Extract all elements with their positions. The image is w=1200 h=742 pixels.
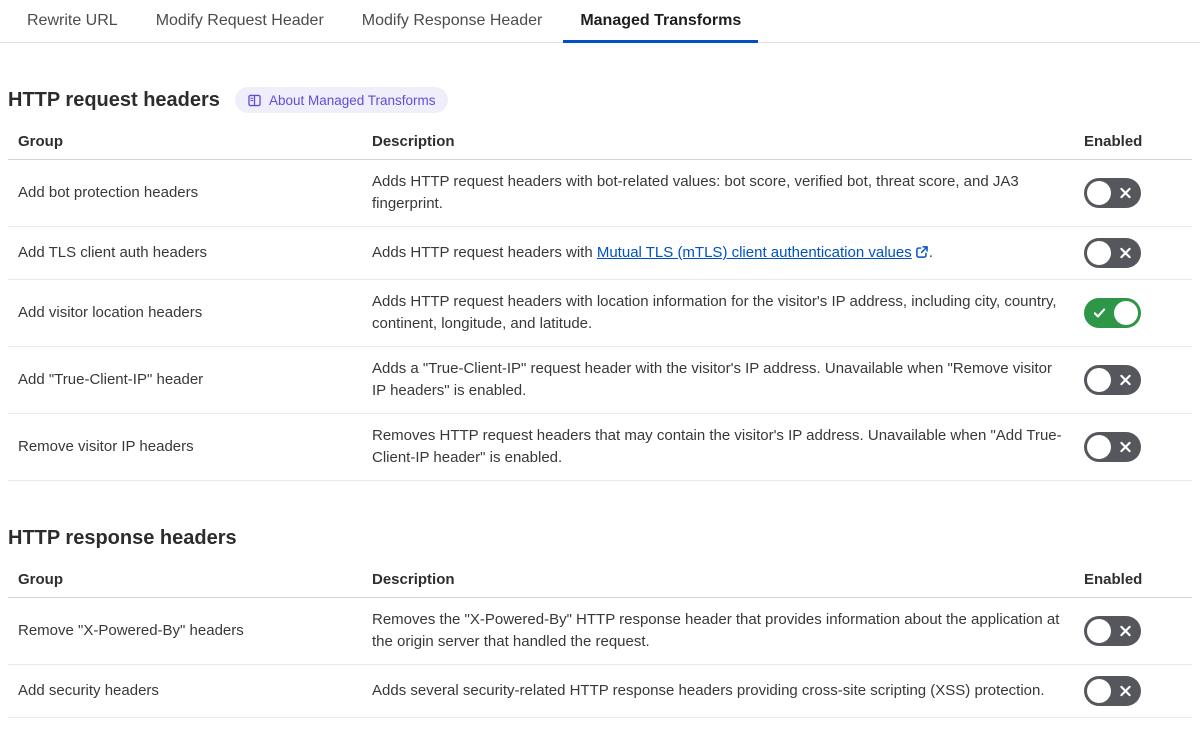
check-icon <box>1093 307 1106 320</box>
group-cell: Add security headers <box>8 664 372 718</box>
description-cell: Removes the "X-Powered-By" HTTP response… <box>372 597 1076 665</box>
x-icon <box>1119 187 1132 200</box>
x-icon <box>1119 441 1132 454</box>
tab-bar: Rewrite URL Modify Request Header Modify R… <box>0 0 1200 43</box>
book-icon <box>247 93 262 108</box>
toggle-remove-x-powered-by-headers[interactable] <box>1084 616 1141 646</box>
enabled-cell <box>1076 597 1192 665</box>
description-cell: Adds HTTP request headers with Mutual TL… <box>372 226 1076 280</box>
group-cell: Remove visitor IP headers <box>8 413 372 481</box>
enabled-cell <box>1076 664 1192 718</box>
toggle-add-tls-client-auth-headers[interactable] <box>1084 238 1141 268</box>
table-row: Remove visitor IP headers Removes HTTP re… <box>8 413 1192 481</box>
response-headers-title: HTTP response headers <box>8 527 237 549</box>
toggle-add-bot-protection-headers[interactable] <box>1084 178 1141 208</box>
description-cell: Adds several security-related HTTP respo… <box>372 664 1076 718</box>
toggle-add-security-headers[interactable] <box>1084 676 1141 706</box>
response-headers-section: HTTP response headers Group Description … <box>8 525 1192 718</box>
badge-label: About Managed Transforms <box>268 92 436 108</box>
toggle-remove-visitor-ip-headers[interactable] <box>1084 432 1141 462</box>
group-cell: Remove "X-Powered-By" headers <box>8 597 372 665</box>
external-link-icon <box>915 246 928 258</box>
column-header-description: Description <box>372 561 1076 598</box>
enabled-cell <box>1076 159 1192 227</box>
response-headers-table: Group Description Enabled Remove "X-Powe… <box>8 561 1192 718</box>
description-link[interactable]: Mutual TLS (mTLS) client authentication … <box>597 244 929 261</box>
toggle-knob <box>1087 368 1111 392</box>
column-header-group: Group <box>8 123 372 160</box>
request-headers-table: Group Description Enabled Add bot protec… <box>8 123 1192 481</box>
x-icon <box>1119 247 1132 260</box>
table-row: Add visitor location headers Adds HTTP re… <box>8 279 1192 347</box>
table-row: Add bot protection headers Adds HTTP requ… <box>8 159 1192 227</box>
x-icon <box>1119 625 1132 638</box>
managed-transforms-page: HTTP request headers About Managed Trans… <box>0 87 1200 718</box>
tab-managed-transforms[interactable]: Managed Transforms <box>563 0 759 43</box>
enabled-cell <box>1076 226 1192 280</box>
table-row: Add security headers Adds several securit… <box>8 664 1192 718</box>
toggle-knob <box>1087 619 1111 643</box>
column-header-enabled: Enabled <box>1076 561 1192 598</box>
tab-rewrite-url[interactable]: Rewrite URL <box>10 0 135 43</box>
toggle-knob <box>1087 435 1111 459</box>
column-header-group: Group <box>8 561 372 598</box>
description-cell: Adds HTTP request headers with location … <box>372 279 1076 347</box>
about-managed-transforms-badge[interactable]: About Managed Transforms <box>234 87 448 113</box>
description-cell: Adds HTTP request headers with bot-relat… <box>372 159 1076 227</box>
enabled-cell <box>1076 346 1192 414</box>
request-headers-title: HTTP request headers <box>8 89 220 111</box>
toggle-knob <box>1087 679 1111 703</box>
description-cell: Removes HTTP request headers that may co… <box>372 413 1076 481</box>
x-icon <box>1119 374 1132 387</box>
enabled-cell <box>1076 279 1192 347</box>
group-cell: Add visitor location headers <box>8 279 372 347</box>
x-icon <box>1119 685 1132 698</box>
table-row: Add TLS client auth headers Adds HTTP req… <box>8 226 1192 280</box>
tab-modify-response-header[interactable]: Modify Response Header <box>345 0 560 43</box>
group-cell: Add TLS client auth headers <box>8 226 372 280</box>
tab-modify-request-header[interactable]: Modify Request Header <box>139 0 341 43</box>
group-cell: Add "True-Client-IP" header <box>8 346 372 414</box>
column-header-description: Description <box>372 123 1076 160</box>
toggle-add-true-client-ip-header[interactable] <box>1084 365 1141 395</box>
toggle-add-visitor-location-headers[interactable] <box>1084 298 1141 328</box>
group-cell: Add bot protection headers <box>8 159 372 227</box>
toggle-knob <box>1087 241 1111 265</box>
enabled-cell <box>1076 413 1192 481</box>
toggle-knob <box>1087 181 1111 205</box>
description-cell: Adds a "True-Client-IP" request header w… <box>372 346 1076 414</box>
table-row: Add "True-Client-IP" header Adds a "True-… <box>8 346 1192 414</box>
column-header-enabled: Enabled <box>1076 123 1192 160</box>
table-row: Remove "X-Powered-By" headers Removes the… <box>8 597 1192 665</box>
request-headers-section: HTTP request headers About Managed Trans… <box>8 87 1192 481</box>
toggle-knob <box>1114 301 1138 325</box>
